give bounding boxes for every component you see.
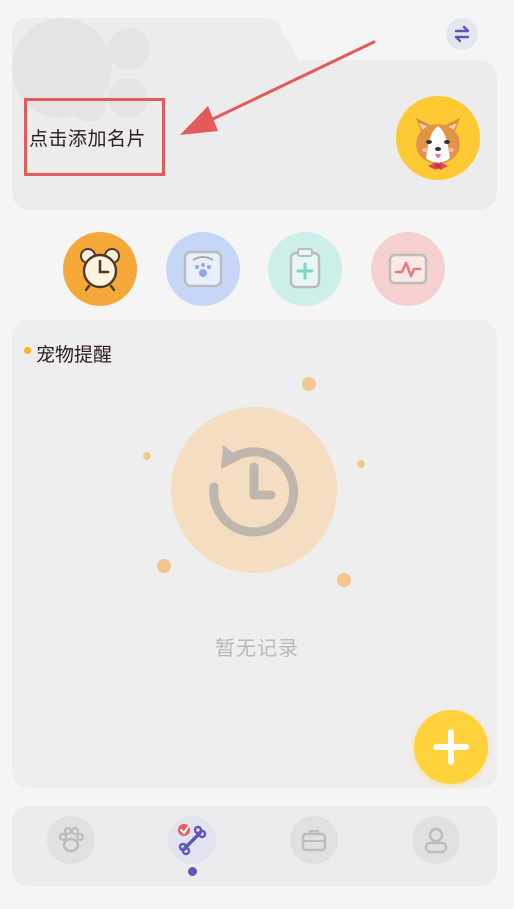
nav-item-profile[interactable]: [412, 816, 460, 864]
decor-bubble: [108, 28, 150, 70]
annotation-arrow: [180, 40, 376, 135]
paw-icon: [58, 826, 85, 853]
alarm-clock-icon: [80, 248, 120, 292]
swap-button[interactable]: [446, 18, 478, 50]
weight-record-button[interactable]: [166, 232, 240, 306]
decor-dot: [157, 559, 171, 573]
nav-active-indicator: [188, 867, 197, 876]
empty-state-illustration: [171, 407, 337, 573]
bone-icon: [178, 824, 207, 856]
title-dot: [24, 347, 31, 354]
add-card-button[interactable]: 点击添加名片: [24, 98, 165, 176]
plus-icon: [433, 729, 469, 765]
corgi-avatar-icon: [416, 118, 460, 170]
nav-item-pets[interactable]: [47, 816, 95, 864]
medical-clipboard-icon: [289, 248, 321, 289]
pet-scale-icon: [183, 250, 223, 288]
decor-dot: [302, 377, 316, 391]
briefcase-icon: [301, 829, 327, 852]
decor-dot: [337, 573, 351, 587]
nav-item-services[interactable]: [290, 816, 338, 864]
reminder-title: 宠物提醒: [36, 344, 113, 366]
profile-icon: [424, 827, 448, 854]
add-card-label: 点击添加名片: [29, 127, 147, 150]
medical-record-button[interactable]: [268, 232, 342, 306]
health-monitor-icon: [388, 253, 428, 285]
add-reminder-button[interactable]: [414, 710, 488, 784]
decor-dot: [357, 460, 365, 468]
avatar[interactable]: [396, 96, 480, 180]
health-check-button[interactable]: [371, 232, 445, 306]
empty-state-text: 暂无记录: [215, 636, 299, 660]
history-clock-icon: [209, 445, 299, 537]
alarm-reminder-button[interactable]: [63, 232, 137, 306]
nav-item-care[interactable]: [168, 816, 216, 864]
swap-arrows-icon: [454, 25, 470, 43]
decor-dot: [143, 452, 151, 460]
